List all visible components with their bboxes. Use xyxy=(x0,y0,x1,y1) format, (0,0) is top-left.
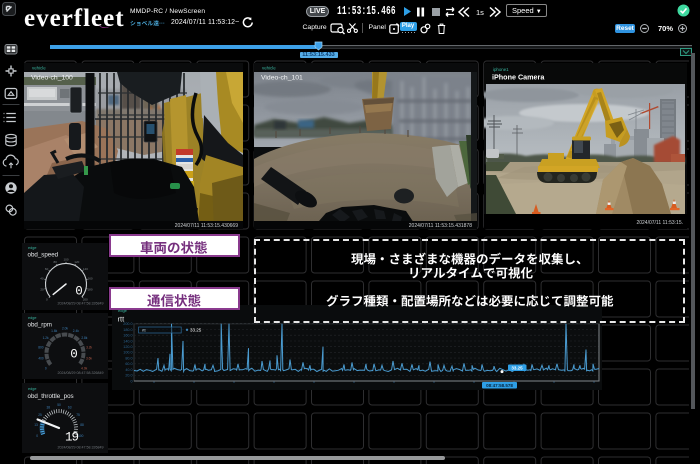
svg-text:400: 400 xyxy=(38,357,44,361)
svg-text:Video-ch_100: Video-ch_100 xyxy=(31,74,73,81)
svg-text:vehicle: vehicle xyxy=(32,65,46,70)
svg-text:13: 13 xyxy=(34,423,38,427)
svg-text:iphone1: iphone1 xyxy=(493,67,509,72)
svg-text:100.0: 100.0 xyxy=(123,351,132,355)
svg-text:38: 38 xyxy=(47,406,51,410)
svg-text:80.0: 80.0 xyxy=(125,356,132,360)
svg-text:edge: edge xyxy=(28,246,36,250)
svg-text:1.6k: 1.6k xyxy=(51,329,57,333)
svg-text:180.0: 180.0 xyxy=(123,328,132,332)
svg-text:2.8k: 2.8k xyxy=(81,336,87,340)
svg-text:75: 75 xyxy=(76,413,80,417)
svg-text:160: 160 xyxy=(88,277,93,281)
svg-text:2024/08/29 08:47:58.326849: 2024/08/29 08:47:58.326849 xyxy=(58,302,104,306)
svg-text:edge: edge xyxy=(28,316,36,320)
svg-text:19: 19 xyxy=(65,431,79,445)
svg-text:2.0k: 2.0k xyxy=(62,326,68,330)
svg-text:88: 88 xyxy=(80,423,84,427)
svg-text:vehicle: vehicle xyxy=(262,65,276,70)
svg-text:33.25: 33.25 xyxy=(190,328,202,333)
svg-text:0: 0 xyxy=(130,379,132,383)
svg-text:obd_speed: obd_speed xyxy=(28,252,59,259)
svg-text:2024/08/29 08:47:58.326849: 2024/08/29 08:47:58.326849 xyxy=(58,371,104,375)
svg-text:25: 25 xyxy=(38,413,42,417)
svg-text:2.4k: 2.4k xyxy=(73,329,79,333)
svg-text:obd_rpm: obd_rpm xyxy=(28,322,52,329)
svg-text:iPhone Camera: iPhone Camera xyxy=(492,73,545,82)
svg-text:800: 800 xyxy=(38,346,44,350)
svg-text:100: 100 xyxy=(63,257,68,261)
svg-text:40.0: 40.0 xyxy=(125,368,132,372)
svg-text:60: 60 xyxy=(45,267,49,271)
svg-text:3.2k: 3.2k xyxy=(86,346,92,350)
svg-text:0: 0 xyxy=(36,434,38,438)
svg-text:0: 0 xyxy=(45,367,47,371)
svg-text:1s: 1s xyxy=(476,8,484,17)
svg-text:140.0: 140.0 xyxy=(123,339,132,343)
svg-text:0: 0 xyxy=(70,348,78,362)
svg-text:4.0k: 4.0k xyxy=(81,367,87,371)
svg-text:3.6k: 3.6k xyxy=(86,357,92,361)
svg-text:20.0: 20.0 xyxy=(125,374,132,378)
svg-text:obd_throttle_pos: obd_throttle_pos xyxy=(28,393,74,400)
svg-text:180: 180 xyxy=(87,288,92,292)
svg-text:2024/07/11 11:53:15.430669: 2024/07/11 11:53:15.430669 xyxy=(175,223,238,229)
svg-text:100: 100 xyxy=(78,434,84,438)
svg-text:120: 120 xyxy=(74,260,79,264)
svg-text:80: 80 xyxy=(54,260,58,264)
svg-text:60.0: 60.0 xyxy=(125,362,132,366)
svg-text:33.25: 33.25 xyxy=(511,366,523,371)
svg-text:edge: edge xyxy=(28,387,36,391)
svg-text:20: 20 xyxy=(40,288,44,292)
svg-text:120.0: 120.0 xyxy=(123,345,132,349)
svg-text:200.0: 200.0 xyxy=(123,322,132,326)
svg-text:2024/07/11 11:53:15.431878: 2024/07/11 11:53:15.431878 xyxy=(409,223,472,229)
svg-text:140: 140 xyxy=(83,267,88,271)
svg-text:Video-ch_101: Video-ch_101 xyxy=(261,74,303,81)
svg-text:160.0: 160.0 xyxy=(123,334,132,338)
svg-text:63: 63 xyxy=(68,406,72,410)
svg-text:2024/07/11 11:53:15.: 2024/07/11 11:53:15. xyxy=(636,220,683,226)
svg-text:40: 40 xyxy=(40,277,44,281)
svg-text:2024/08/29 08:47:58.326849: 2024/08/29 08:47:58.326849 xyxy=(58,446,104,450)
svg-text:50: 50 xyxy=(57,403,61,407)
svg-text:08:47:58.578: 08:47:58.578 xyxy=(486,383,513,388)
svg-text:0: 0 xyxy=(75,285,83,299)
svg-text:1.2k: 1.2k xyxy=(43,336,49,340)
